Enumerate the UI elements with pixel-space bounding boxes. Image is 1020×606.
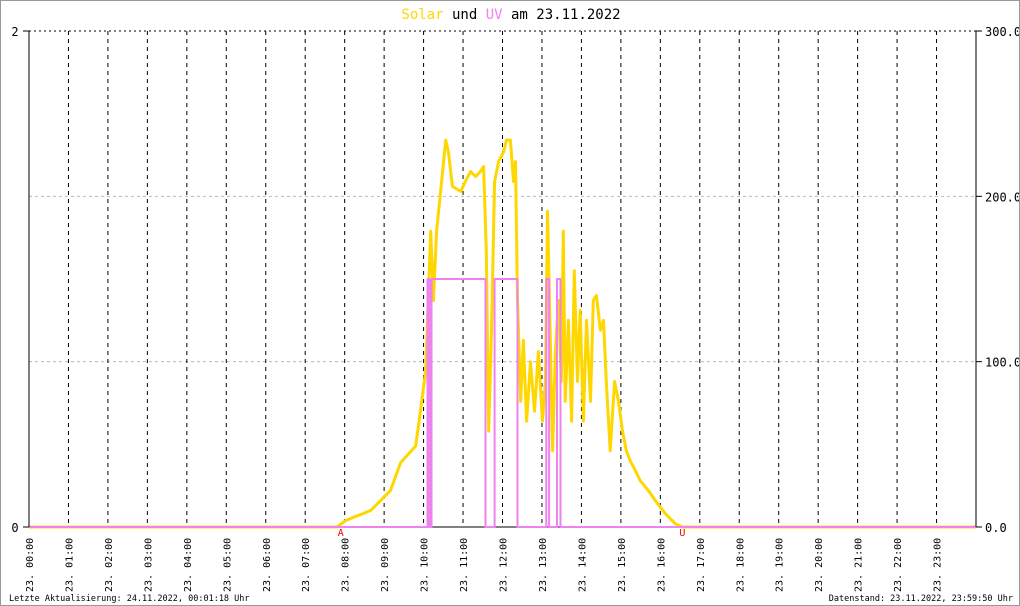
title-uv: UV	[486, 7, 503, 23]
x-tick-label: 23. 19:00	[775, 538, 786, 592]
x-tick-label: 23. 16:00	[656, 538, 667, 592]
x-tick-label: 23. 00:00	[25, 538, 36, 592]
x-tick-label: 23. 12:00	[499, 538, 510, 592]
chart-title: Solar und UV am 23.11.2022	[401, 7, 620, 23]
title-solar: Solar	[401, 7, 443, 23]
x-tick-label: 23. 20:00	[814, 538, 825, 592]
x-tick-label: 23. 15:00	[617, 538, 628, 592]
chart-container: Solar und UV am 23.11.2022 2 0 300.0 200.…	[0, 0, 1020, 606]
title-und: und	[444, 7, 486, 23]
x-tick-label: 23. 08:00	[341, 538, 352, 592]
x-tick-label: 23. 13:00	[538, 538, 549, 592]
x-tick-label: 23. 22:00	[893, 538, 904, 592]
right-tick-label: 300.0	[985, 25, 1019, 39]
x-tick-label: 23. 21:00	[854, 538, 865, 592]
last-update-text: Letzte Aktualisierung: 24.11.2022, 00:01…	[9, 594, 250, 604]
right-tick-label: 100.0	[985, 356, 1019, 370]
series-layer	[29, 138, 976, 529]
solar-uv-chart: Solar und UV am 23.11.2022 2 0 300.0 200.…	[9, 7, 1019, 604]
left-tick-label-min: 0	[11, 521, 18, 535]
x-tick-label: 23. 10:00	[420, 538, 431, 592]
left-tick-label-max: 2	[11, 25, 18, 39]
x-tick-label: 23. 01:00	[64, 538, 75, 592]
x-tick-label: 23. 02:00	[104, 538, 115, 592]
x-tick-label: 23. 23:00	[933, 538, 944, 592]
title-date: am 23.11.2022	[503, 7, 621, 23]
right-tick-label: 0.0	[985, 521, 1007, 535]
x-tick-label: 23. 11:00	[459, 538, 470, 592]
x-tick-label: 23. 18:00	[735, 538, 746, 592]
solar-series-line	[29, 138, 976, 529]
right-axis-labels: 300.0 200.0 100.0 0.0	[985, 25, 1019, 535]
sun-marker-U: U	[679, 528, 685, 539]
x-tick-label: 23. 05:00	[222, 538, 233, 592]
x-tick-label: 23. 14:00	[577, 538, 588, 592]
right-tick-label: 200.0	[985, 190, 1019, 204]
sun-marker-A: A	[338, 528, 344, 539]
x-tick-label: 23. 09:00	[380, 538, 391, 592]
x-axis-labels: 23. 00:00 23. 01:00 23. 02:00 23. 03:00 23. …	[25, 538, 944, 592]
x-tick-label: 23. 06:00	[262, 538, 273, 592]
x-tick-label: 23. 17:00	[696, 538, 707, 592]
x-tick-label: 23. 04:00	[183, 538, 194, 592]
x-tick-label: 23. 07:00	[301, 538, 312, 592]
data-status-text: Datenstand: 23.11.2022, 23:59:50 Uhr	[829, 594, 1013, 604]
x-tick-label: 23. 03:00	[143, 538, 154, 592]
markers: AU	[338, 528, 686, 539]
